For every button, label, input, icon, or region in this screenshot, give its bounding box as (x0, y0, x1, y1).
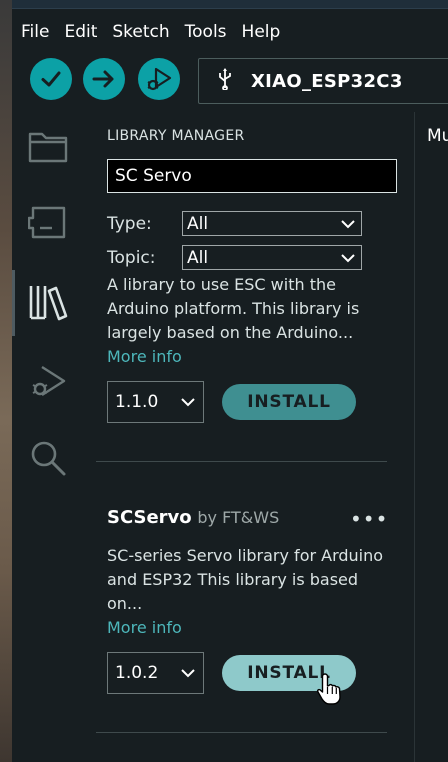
search-icon (31, 441, 66, 476)
editor-pane-text: Mu (427, 126, 448, 146)
arrow-right-icon (92, 70, 114, 88)
library-title: SCServo by FT&WS (107, 507, 279, 528)
more-info-link[interactable]: More info (107, 618, 182, 637)
debug-icon (32, 365, 66, 397)
menu-bar: File Edit Sketch Tools Help (12, 12, 448, 52)
chevron-down-icon (181, 398, 195, 407)
library-divider (96, 732, 387, 733)
menu-edit[interactable]: Edit (64, 22, 97, 42)
type-label: Type: (107, 214, 152, 234)
menu-file[interactable]: File (21, 22, 49, 42)
library-author: by FT&WS (197, 508, 280, 527)
version-value: 1.1.0 (115, 392, 159, 412)
active-indicator (12, 270, 15, 336)
board-selector[interactable]: XIAO_ESP32C3 (198, 58, 448, 104)
version-value: 1.0.2 (115, 663, 159, 683)
library-icon (29, 286, 68, 321)
window-top-edge (12, 0, 448, 9)
menu-help[interactable]: Help (242, 22, 281, 42)
activity-bar (12, 112, 84, 762)
board-icon (28, 206, 66, 239)
library-description: SC-series Servo library for Arduino and … (107, 546, 384, 613)
search-value: SC Servo (115, 166, 192, 186)
debug-button[interactable] (138, 58, 180, 100)
library-manager-button[interactable] (26, 280, 70, 324)
usb-icon (211, 68, 239, 94)
toolbar: XIAO_ESP32C3 (12, 52, 448, 112)
library-divider (96, 461, 387, 462)
topic-value: All (187, 247, 209, 268)
chevron-down-icon (341, 219, 355, 228)
sketchbook-button[interactable] (26, 124, 70, 168)
menu-sketch[interactable]: Sketch (112, 22, 169, 42)
folder-icon (28, 132, 68, 163)
library-name: SCServo (107, 507, 192, 528)
version-select[interactable]: 1.0.2 (107, 652, 204, 694)
type-value: All (187, 213, 209, 234)
panel-title: LIBRARY MANAGER (107, 128, 245, 144)
search-panel-button[interactable] (26, 436, 70, 480)
type-select[interactable]: All (182, 211, 362, 236)
background-window (0, 0, 12, 762)
more-info-link[interactable]: More info (107, 347, 182, 366)
topic-label: Topic: (107, 248, 156, 268)
chevron-down-icon (181, 669, 195, 678)
library-search-input[interactable]: SC Servo (107, 159, 397, 193)
boards-manager-button[interactable] (26, 201, 70, 245)
library-manager-panel: LIBRARY MANAGER SC Servo Type: All Topic… (84, 112, 414, 762)
editor-pane: Mu (414, 112, 448, 762)
check-icon (41, 71, 61, 87)
install-button[interactable]: INSTALL (222, 384, 356, 420)
library-description: A library to use ESC with the Arduino pl… (107, 275, 360, 342)
verify-button[interactable] (30, 58, 72, 100)
hand-cursor-icon (316, 673, 341, 705)
chevron-down-icon (341, 253, 355, 262)
debug-panel-button[interactable] (26, 359, 70, 403)
debug-icon (147, 67, 172, 91)
board-name: XIAO_ESP32C3 (251, 70, 403, 92)
topic-select[interactable]: All (182, 245, 362, 270)
more-options-button[interactable]: ••• (350, 507, 388, 531)
menu-tools[interactable]: Tools (185, 22, 227, 42)
upload-button[interactable] (83, 58, 125, 100)
version-select[interactable]: 1.1.0 (107, 381, 204, 423)
